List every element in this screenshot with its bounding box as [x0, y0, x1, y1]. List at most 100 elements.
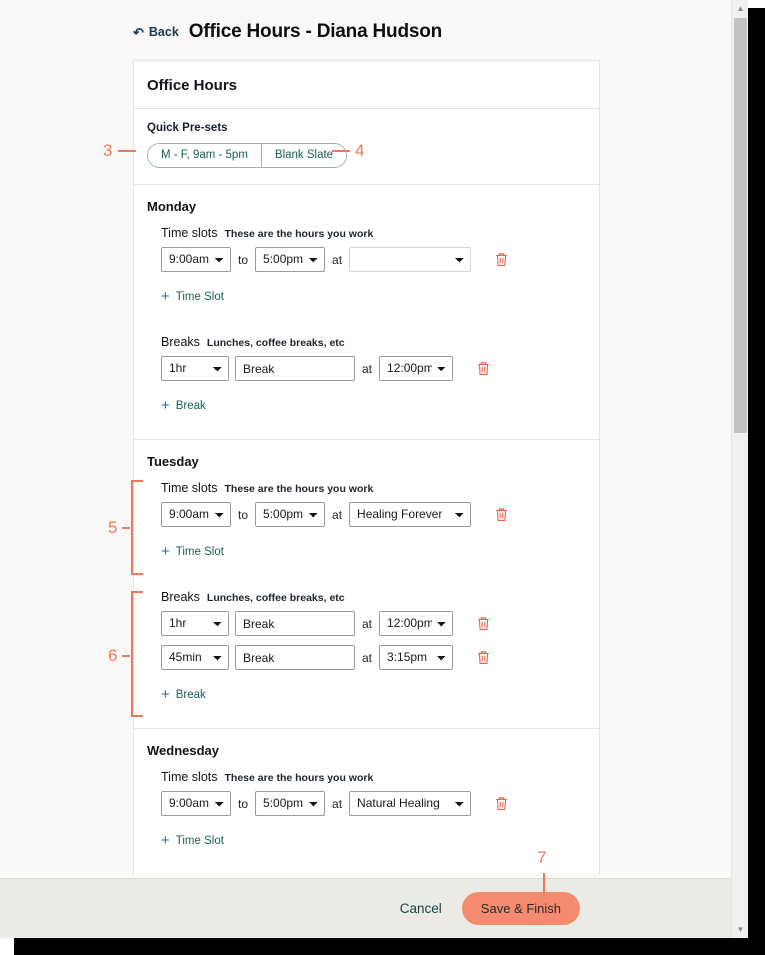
- trash-icon[interactable]: [475, 648, 492, 667]
- break-duration-select[interactable]: 1hr: [161, 611, 229, 636]
- plus-icon: +: [161, 686, 170, 703]
- time-slots-heading: Time slots These are the hours you work: [161, 481, 586, 495]
- day-block-monday: Monday Time slots These are the hours yo…: [134, 185, 599, 440]
- trash-icon[interactable]: [493, 794, 510, 813]
- annotation-5: 5: [108, 518, 118, 537]
- to-label: to: [238, 796, 249, 811]
- break-duration-select[interactable]: 1hr: [161, 356, 229, 381]
- break-time-select[interactable]: 3:15pm: [379, 645, 454, 670]
- break-row: 45min at 3:15pm: [161, 645, 586, 670]
- undo-arrow-icon: ↷: [133, 24, 144, 40]
- break-row: 1hr at 12:00pm: [161, 356, 586, 381]
- annotation-5-bracket: [131, 480, 143, 575]
- scrollbar-thumb[interactable]: [734, 18, 747, 433]
- plus-icon: +: [161, 832, 170, 849]
- time-slot-row: 9:00am to 5:00pm at Natural Healing: [161, 791, 586, 816]
- tuesday-time-slots: Time slots These are the hours you work …: [147, 481, 586, 573]
- time-slots-hint: These are the hours you work: [224, 483, 374, 495]
- break-duration-select[interactable]: 45min: [161, 645, 229, 670]
- add-break-button[interactable]: + Break: [161, 687, 206, 702]
- break-name-input[interactable]: [235, 645, 355, 670]
- preset-button-mf-9-5[interactable]: M - F, 9am - 5pm: [148, 144, 261, 167]
- app-viewport: ↷ Back Office Hours - Diana Hudson Offic…: [0, 0, 748, 938]
- break-time-select[interactable]: 12:00pm: [379, 356, 454, 381]
- time-slots-hint: These are the hours you work: [224, 228, 374, 240]
- time-slots-heading: Time slots These are the hours you work: [161, 770, 586, 784]
- annotation-4-leader: [332, 150, 350, 152]
- add-time-slot-label: Time Slot: [175, 290, 224, 303]
- page-header: ↷ Back Office Hours - Diana Hudson: [133, 14, 600, 50]
- annotation-7-leader: [543, 873, 545, 895]
- wednesday-time-slots: Time slots These are the hours you work …: [147, 770, 586, 862]
- day-name-monday: Monday: [147, 199, 197, 214]
- back-label: Back: [148, 25, 179, 39]
- start-time-select[interactable]: 9:00am: [161, 247, 231, 272]
- vertical-scrollbar[interactable]: ▲ ▼: [731, 0, 748, 938]
- breaks-heading: Breaks Lunches, coffee breaks, etc: [161, 590, 586, 604]
- add-time-slot-label: Time Slot: [175, 834, 224, 847]
- annotation-3: 3: [103, 141, 113, 160]
- quick-presets-label: Quick Pre-sets: [147, 122, 228, 134]
- annotation-6-bracket: [131, 591, 143, 717]
- scroll-down-arrow-icon[interactable]: ▼: [732, 921, 748, 938]
- add-time-slot-button[interactable]: + Time Slot: [161, 544, 224, 559]
- at-label: at: [332, 507, 343, 522]
- breaks-heading: Breaks Lunches, coffee breaks, etc: [161, 335, 586, 349]
- break-name-input[interactable]: [235, 611, 355, 636]
- back-button[interactable]: ↷ Back: [133, 24, 179, 40]
- at-label: at: [362, 650, 373, 665]
- at-label: at: [332, 252, 343, 267]
- cancel-button[interactable]: Cancel: [394, 900, 448, 917]
- time-slots-title: Time slots: [161, 226, 218, 240]
- window-right-edge: [748, 8, 765, 955]
- start-time-select[interactable]: 9:00am: [161, 502, 231, 527]
- time-slot-row: 9:00am to 5:00pm at Healing Forever: [161, 502, 586, 527]
- tuesday-breaks: Breaks Lunches, coffee breaks, etc 1hr a…: [147, 590, 586, 716]
- end-time-select[interactable]: 5:00pm: [255, 247, 326, 272]
- add-break-button[interactable]: + Break: [161, 398, 206, 413]
- trash-icon[interactable]: [493, 505, 510, 524]
- add-time-slot-button[interactable]: + Time Slot: [161, 833, 224, 848]
- break-name-input[interactable]: [235, 356, 355, 381]
- annotation-3-leader: [118, 150, 136, 152]
- window-bottom-edge: [14, 938, 765, 955]
- trash-icon[interactable]: [475, 359, 492, 378]
- page-title: Office Hours - Diana Hudson: [188, 21, 443, 42]
- monday-time-slots: Time slots These are the hours you work …: [147, 226, 586, 318]
- day-block-wednesday: Wednesday Time slots These are the hours…: [134, 729, 599, 874]
- at-label: at: [362, 361, 373, 376]
- trash-icon[interactable]: [493, 250, 510, 269]
- save-and-finish-button[interactable]: Save & Finish: [461, 892, 580, 925]
- plus-icon: +: [161, 543, 170, 560]
- time-slots-title: Time slots: [161, 481, 218, 495]
- to-label: to: [238, 252, 249, 267]
- add-time-slot-label: Time Slot: [175, 545, 224, 558]
- breaks-hint: Lunches, coffee breaks, etc: [206, 337, 345, 349]
- trash-icon[interactable]: [475, 614, 492, 633]
- end-time-select[interactable]: 5:00pm: [255, 791, 326, 816]
- day-block-tuesday: Tuesday Time slots These are the hours y…: [134, 440, 599, 729]
- plus-icon: +: [161, 288, 170, 305]
- breaks-title: Breaks: [161, 335, 200, 349]
- location-select[interactable]: Healing Forever: [349, 502, 472, 527]
- end-time-select[interactable]: 5:00pm: [255, 502, 326, 527]
- add-break-label: Break: [175, 688, 206, 701]
- to-label: to: [238, 507, 249, 522]
- time-slots-title: Time slots: [161, 770, 218, 784]
- annotation-6-leader: [122, 655, 130, 657]
- preset-button-blank-slate[interactable]: Blank Slate: [260, 144, 347, 167]
- card-title: Office Hours: [147, 77, 238, 94]
- office-hours-card: Office Hours Quick Pre-sets M - F, 9am -…: [133, 60, 600, 874]
- annotation-6: 6: [108, 646, 118, 665]
- at-label: at: [332, 796, 343, 811]
- add-break-label: Break: [175, 399, 206, 412]
- scroll-up-arrow-icon[interactable]: ▲: [732, 0, 748, 17]
- start-time-select[interactable]: 9:00am: [161, 791, 231, 816]
- break-time-select[interactable]: 12:00pm: [379, 611, 454, 636]
- monday-breaks: Breaks Lunches, coffee breaks, etc 1hr a…: [147, 335, 586, 427]
- location-select[interactable]: [349, 247, 472, 272]
- plus-icon: +: [161, 397, 170, 414]
- location-select[interactable]: Natural Healing: [349, 791, 472, 816]
- breaks-title: Breaks: [161, 590, 200, 604]
- add-time-slot-button[interactable]: + Time Slot: [161, 289, 224, 304]
